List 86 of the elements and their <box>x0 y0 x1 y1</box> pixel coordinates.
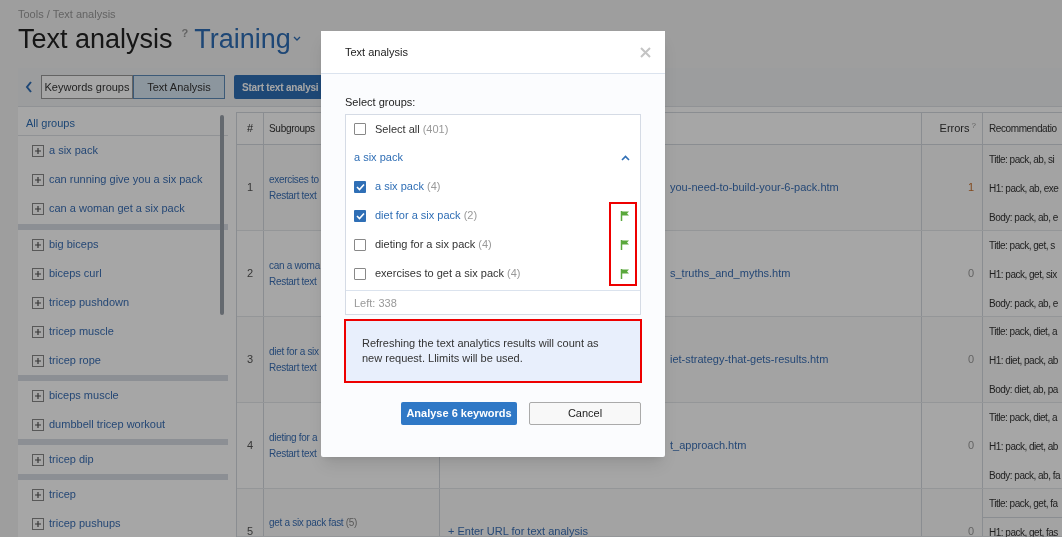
flag-icon[interactable] <box>620 210 630 221</box>
help-mark[interactable]: ? <box>971 119 976 132</box>
plus-icon[interactable] <box>32 418 44 431</box>
plus-icon[interactable] <box>32 325 44 338</box>
add-url-link[interactable]: + Enter URL for text analysis <box>448 523 588 537</box>
recommendation-text: Body: pack, ab, fa <box>988 469 1062 483</box>
checkbox-label[interactable]: diet for a six pack (2) <box>375 207 611 224</box>
plus-icon[interactable] <box>32 296 44 309</box>
group-header[interactable]: a six pack <box>354 149 403 166</box>
recommendation-text: Title: pack, get, fa <box>983 489 1062 518</box>
sidebar-item[interactable]: tricep dip <box>18 445 228 474</box>
sidebar-item[interactable]: tricep rope <box>18 346 228 375</box>
field-label: Select groups: <box>345 95 417 109</box>
recommendation-text: Body: pack, ab, e <box>988 211 1059 225</box>
recommendation-text: H1: diet, pack, ab <box>988 354 1059 368</box>
sidebar-item[interactable]: a six pack <box>18 136 228 165</box>
remaining-count: Left: 338 <box>346 290 640 314</box>
checkbox[interactable] <box>354 267 366 280</box>
plus-icon[interactable] <box>32 488 44 501</box>
table-cell-text: 1 <box>245 180 255 196</box>
checkbox[interactable] <box>354 180 366 193</box>
caret-icon <box>292 36 301 42</box>
sidebar-item[interactable]: tricep muscle <box>18 317 228 346</box>
sidebar-item[interactable]: biceps curl <box>18 259 228 288</box>
checkbox-label[interactable]: exercises to get a six pack (4) <box>375 265 611 282</box>
checkbox-label[interactable]: dieting for a six pack (4) <box>375 236 611 253</box>
table-cell: 0 <box>921 403 982 488</box>
checkbox[interactable] <box>354 209 366 222</box>
sidebar-item[interactable]: can running give you a six pack <box>18 165 228 194</box>
analyse-button[interactable]: Analyse 6 keywords <box>401 402 517 425</box>
sidebar-item[interactable]: can a woman get a six pack <box>18 194 228 223</box>
sidebar-item[interactable]: dumbbell tricep workout <box>18 410 228 439</box>
recommendation-text: Body: diet, ab, pa <box>988 383 1060 397</box>
column-header[interactable]: Errors <box>939 120 970 137</box>
recommendation-text: H1: pack, diet, ab <box>988 440 1059 454</box>
column-header: # <box>245 121 255 137</box>
table-cell-text: 4 <box>245 438 255 454</box>
url-link[interactable]: you-need-to-build-your-6-pack.htm <box>670 179 839 196</box>
tab[interactable]: Keywords groups <box>41 75 133 99</box>
checkbox-label[interactable]: Select all (401) <box>375 120 449 138</box>
plus-icon[interactable] <box>32 202 44 215</box>
scrollbar[interactable] <box>220 115 224 315</box>
cancel-button[interactable]: Cancel <box>529 402 641 425</box>
project-selector[interactable]: Training <box>194 23 301 55</box>
plus-icon[interactable] <box>32 389 44 402</box>
plus-icon[interactable] <box>32 144 44 157</box>
flag-icon[interactable] <box>620 239 630 250</box>
plus-icon[interactable] <box>32 238 44 251</box>
checkbox[interactable] <box>354 238 366 251</box>
recommendation-text: Title: pack, get, s <box>988 239 1056 253</box>
tab[interactable]: Text Analysis <box>133 75 225 99</box>
table-cell-text: 5 <box>245 524 255 536</box>
sidebar-item[interactable]: biceps muscle <box>18 381 228 410</box>
table-cell-text: 2 <box>245 266 255 282</box>
back-icon[interactable] <box>25 81 33 93</box>
recommendation-text: Title: pack, diet, a <box>988 411 1059 425</box>
column-header[interactable]: Recommendatio <box>982 112 1062 145</box>
table-cell: 0 <box>921 231 982 316</box>
plus-icon[interactable] <box>32 267 44 280</box>
sidebar-item[interactable]: tricep pushups <box>18 509 228 537</box>
chevron-icon[interactable] <box>621 154 630 161</box>
plus-icon[interactable] <box>32 173 44 186</box>
help-mark[interactable]: ? <box>181 25 189 42</box>
url-link[interactable]: iet-strategy-that-gets-results.htm <box>670 351 829 368</box>
dialog-title: Text analysis <box>345 44 408 60</box>
sidebar-item[interactable]: big biceps <box>18 230 228 259</box>
recommendation-text: Title: pack, diet, a <box>988 325 1059 339</box>
notice-text: Refreshing the text analytics results will count as new request. Llimits will be used. <box>362 336 600 366</box>
recommendation-text: H1: pack, ab, exe <box>988 182 1060 196</box>
recommendation-text: H1: pack, get, six <box>988 268 1058 282</box>
url-link[interactable]: t_approach.htm <box>670 437 747 454</box>
subgroup-link[interactable]: get a six pack fast (5) <box>269 515 439 530</box>
checkbox[interactable] <box>354 123 366 135</box>
table-cell-text: 3 <box>245 352 255 368</box>
plus-icon[interactable] <box>32 453 44 466</box>
table-cell: 1 <box>921 145 982 230</box>
plus-icon[interactable] <box>32 517 44 530</box>
sidebar-item[interactable]: tricep pushdown <box>18 288 228 317</box>
recommendation-text: Body: pack, ab, e <box>988 297 1059 311</box>
sidebar-item[interactable]: tricep <box>18 480 228 509</box>
page-title: Text analysis <box>18 23 173 55</box>
plus-icon[interactable] <box>32 354 44 367</box>
flag-icon[interactable] <box>620 268 630 279</box>
recommendation-text: Title: pack, ab, si <box>988 153 1056 167</box>
checkbox-label[interactable]: a six pack (4) <box>375 178 630 195</box>
url-link[interactable]: s_truths_and_myths.htm <box>670 265 791 282</box>
